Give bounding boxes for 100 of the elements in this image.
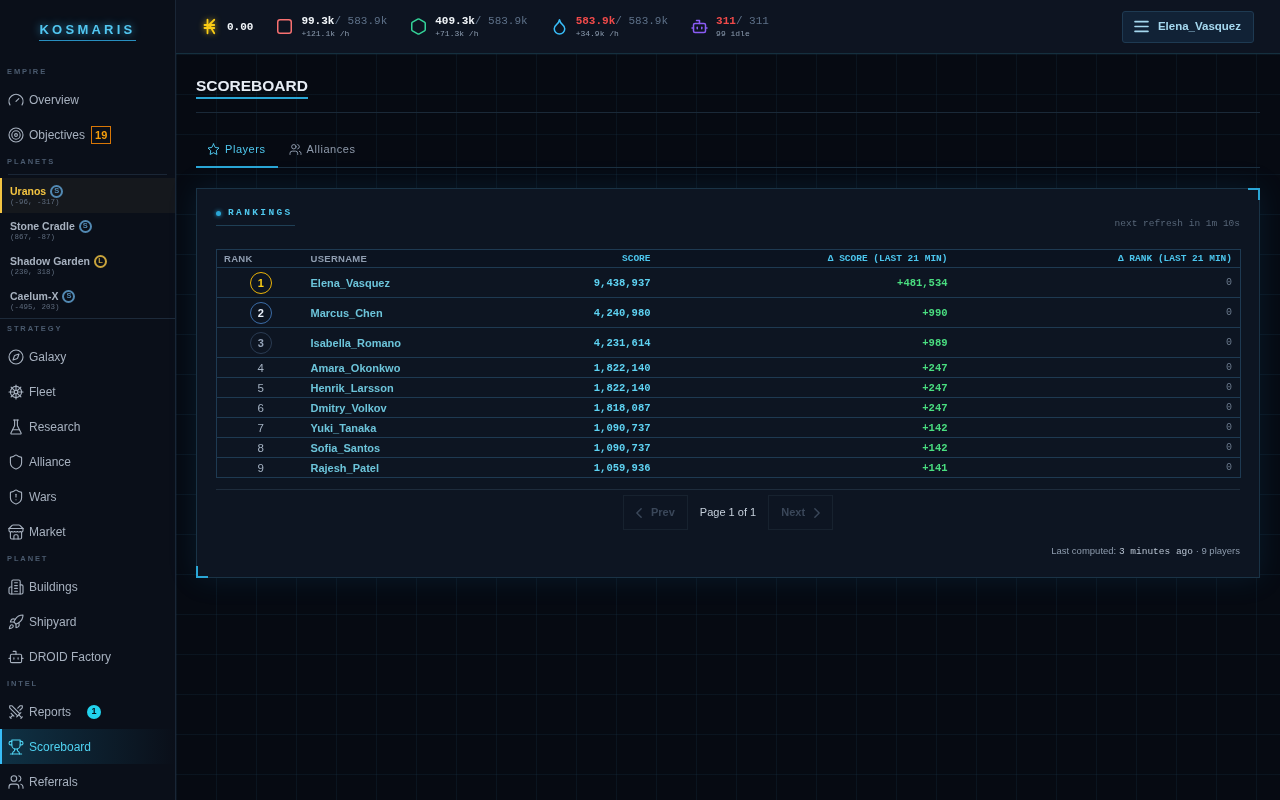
star-icon (208, 144, 219, 155)
table-cell: +142 (658, 417, 956, 438)
table-cell: 0 (955, 297, 1241, 328)
table-cell: 0 (955, 327, 1241, 358)
column-header: SCORE (504, 249, 659, 268)
table-cell: 0 (955, 397, 1241, 418)
notification-badge: 1 (87, 704, 102, 719)
resource-capacity: / 583.9k (615, 14, 669, 28)
table-cell: 9 (216, 457, 305, 478)
table-cell: +990 (658, 297, 956, 328)
corner-bracket-icon (196, 566, 208, 578)
page-title: SCOREBOARD (196, 76, 308, 99)
nav-item[interactable]: Wars (0, 479, 175, 514)
nav-item[interactable]: Referrals (0, 764, 175, 799)
count-badge: 19 (91, 125, 112, 144)
resource-rate: 99 idle (716, 28, 750, 39)
table-cell: 4 (216, 357, 305, 378)
storefront-icon (9, 524, 23, 539)
tab[interactable]: Alliances (277, 133, 368, 168)
nav-item[interactable]: Reports 1 (0, 694, 175, 729)
resource-capacity: / 311 (735, 14, 769, 28)
corner-bracket-icon (1248, 188, 1260, 200)
table-cell: Isabella_Romano (304, 327, 505, 358)
table-cell: 0 (955, 357, 1241, 378)
table-cell: 0 (955, 377, 1241, 398)
nav-item[interactable]: Objectives 19 (0, 117, 175, 152)
nav-item[interactable]: Market (0, 514, 175, 549)
shield-alert-icon (9, 489, 23, 504)
table-cell: 4,240,980 (504, 297, 659, 328)
table-cell: 0 (955, 267, 1241, 298)
table-cell: +141 (658, 457, 956, 478)
nav-item[interactable]: Research (0, 409, 175, 444)
column-header: RANK (216, 249, 305, 268)
table-cell: 7 (216, 417, 305, 438)
robot-icon (692, 19, 708, 34)
table-cell: +989 (658, 327, 956, 358)
nav-item[interactable]: DROID Factory (0, 639, 175, 674)
resource-rate: +71.3k /h (435, 28, 479, 39)
table-cell: 0 (955, 437, 1241, 458)
nav-item[interactable]: Alliance (0, 444, 175, 479)
refresh-timer: next refresh in 1m 10s (1114, 217, 1240, 230)
section-title: RANKINGS (228, 206, 293, 220)
column-header: Δ RANK (LAST 21 MIN) (955, 249, 1241, 268)
column-header: Δ SCORE (LAST 21 MIN) (658, 249, 956, 268)
table-cell: 1,090,737 (504, 437, 659, 458)
tab[interactable]: Players (196, 133, 278, 168)
table-cell: 9,438,937 (504, 267, 659, 298)
table-cell: 1,822,140 (504, 357, 659, 378)
table-cell: Marcus_Chen (304, 297, 505, 328)
nav-item[interactable]: Fleet (0, 374, 175, 409)
table-cell: 6 (216, 397, 305, 418)
table-cell: +247 (658, 397, 956, 418)
table-cell: Yuki_Tanaka (304, 417, 505, 438)
trophy-icon (9, 739, 23, 754)
menu-icon (1134, 20, 1148, 33)
table-cell: Dmitry_Volkov (304, 397, 505, 418)
user-menu-button[interactable]: Elena_Vasquez (1121, 10, 1254, 43)
resource-amount: 0.00 (227, 19, 254, 34)
table-cell: 1,822,140 (504, 377, 659, 398)
table-cell: Elena_Vasquez (304, 267, 505, 298)
table-cell: +142 (658, 437, 956, 458)
target-icon (9, 127, 23, 142)
table-cell: 0 (955, 457, 1241, 478)
table-cell: Rajesh_Patel (304, 457, 505, 478)
table-cell: 8 (216, 437, 305, 458)
resource-amount: 99.3k (301, 14, 335, 28)
flask-icon (9, 419, 23, 434)
nav-item[interactable]: Overview (0, 82, 175, 117)
compass-icon (9, 349, 23, 364)
nav-item[interactable]: Galaxy (0, 339, 175, 374)
nav-item[interactable]: Shipyard (0, 604, 175, 639)
ship-wheel-icon (9, 384, 23, 399)
table-cell: +247 (658, 357, 956, 378)
shield-icon (9, 454, 23, 469)
table-cell: 1,818,087 (504, 397, 659, 418)
table-cell: 1,090,737 (504, 417, 659, 438)
nav-item[interactable]: Buildings (0, 569, 175, 604)
robot-icon (9, 649, 23, 664)
last-computed-note: Last computed: 3 minutes ago · 9 players (1051, 544, 1240, 558)
table-cell: +247 (658, 377, 956, 398)
page-indicator: Page 1 of 1 (699, 505, 757, 521)
table-cell: +481,534 (658, 267, 956, 298)
resource-capacity: / 583.9k (474, 14, 528, 28)
chevron-left-icon (635, 507, 642, 518)
resource-rate: +34.9k /h (575, 28, 619, 39)
crossed-swords-icon (9, 704, 23, 719)
table-cell: Sofia_Santos (304, 437, 505, 458)
chevron-right-icon (814, 507, 821, 518)
table-cell: 5 (216, 377, 305, 398)
users-icon (289, 144, 301, 155)
rocket-icon (9, 614, 23, 629)
resource-capacity: / 583.9k (334, 14, 388, 28)
table-cell: 0 (955, 417, 1241, 438)
table-cell: Henrik_Larsson (304, 377, 505, 398)
hexagon-icon (411, 19, 427, 34)
gauge-icon (9, 92, 23, 107)
square-icon (277, 19, 293, 34)
users-icon (9, 774, 23, 789)
resource-amount: 311 (716, 14, 736, 28)
resource-amount: 409.3k (435, 14, 475, 28)
